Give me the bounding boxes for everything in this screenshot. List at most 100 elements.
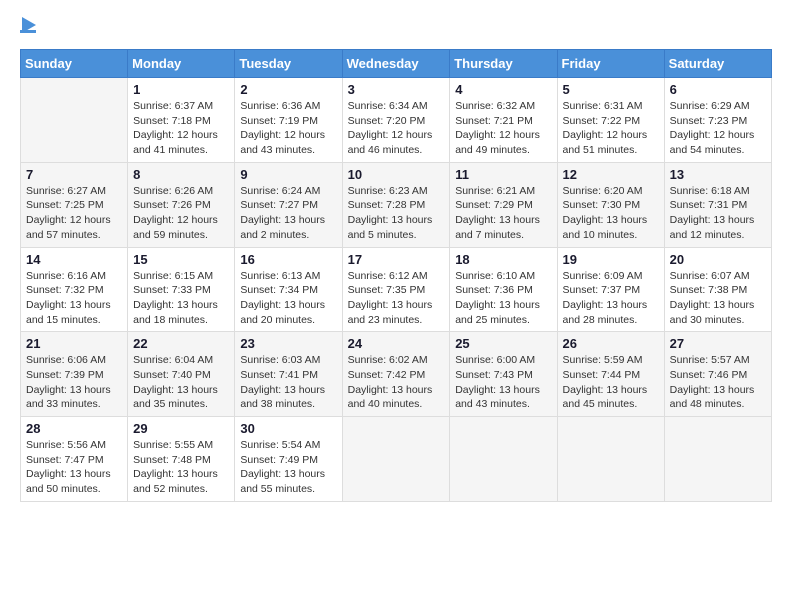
day-number: 20 [670, 252, 766, 267]
day-cell: 2 Sunrise: 6:36 AMSunset: 7:19 PMDaylight… [235, 78, 342, 163]
day-cell: 16 Sunrise: 6:13 AMSunset: 7:34 PMDayligh… [235, 247, 342, 332]
day-cell: 11 Sunrise: 6:21 AMSunset: 7:29 PMDayligh… [450, 162, 557, 247]
weekday-header-tuesday: Tuesday [235, 50, 342, 78]
day-cell: 12 Sunrise: 6:20 AMSunset: 7:30 PMDayligh… [557, 162, 664, 247]
day-number: 18 [455, 252, 551, 267]
day-info: Sunrise: 6:04 AMSunset: 7:40 PMDaylight:… [133, 353, 229, 412]
day-cell: 19Sunrise: 6:09 AMSunset: 7:37 PMDayligh… [557, 247, 664, 332]
day-number: 17 [348, 252, 445, 267]
day-cell: 30 Sunrise: 5:54 AMSunset: 7:49 PMDayligh… [235, 417, 342, 502]
day-cell: 8 Sunrise: 6:26 AMSunset: 7:26 PMDaylight… [128, 162, 235, 247]
day-cell: 26 Sunrise: 5:59 AMSunset: 7:44 PMDayligh… [557, 332, 664, 417]
day-number: 2 [240, 82, 336, 97]
weekday-header-thursday: Thursday [450, 50, 557, 78]
day-info: Sunrise: 6:20 AMSunset: 7:30 PMDaylight:… [563, 184, 659, 243]
day-cell: 4 Sunrise: 6:32 AMSunset: 7:21 PMDaylight… [450, 78, 557, 163]
week-row-5: 28 Sunrise: 5:56 AMSunset: 7:47 PMDayligh… [21, 417, 772, 502]
week-row-1: 1Sunrise: 6:37 AMSunset: 7:18 PMDaylight… [21, 78, 772, 163]
day-cell [664, 417, 771, 502]
day-cell: 14Sunrise: 6:16 AMSunset: 7:32 PMDayligh… [21, 247, 128, 332]
weekday-header-sunday: Sunday [21, 50, 128, 78]
day-number: 24 [348, 336, 445, 351]
day-info: Sunrise: 5:55 AMSunset: 7:48 PMDaylight:… [133, 438, 229, 497]
day-info: Sunrise: 6:32 AMSunset: 7:21 PMDaylight:… [455, 99, 551, 158]
day-info: Sunrise: 6:10 AMSunset: 7:36 PMDaylight:… [455, 269, 551, 328]
day-number: 5 [563, 82, 659, 97]
day-number: 27 [670, 336, 766, 351]
day-info: Sunrise: 6:06 AMSunset: 7:39 PMDaylight:… [26, 353, 122, 412]
day-cell: 20 Sunrise: 6:07 AMSunset: 7:38 PMDayligh… [664, 247, 771, 332]
day-number: 10 [348, 167, 445, 182]
day-number: 28 [26, 421, 122, 436]
weekday-header-friday: Friday [557, 50, 664, 78]
day-info: Sunrise: 6:09 AMSunset: 7:37 PMDaylight:… [563, 269, 659, 328]
day-info: Sunrise: 6:15 AMSunset: 7:33 PMDaylight:… [133, 269, 229, 328]
day-info: Sunrise: 6:03 AMSunset: 7:41 PMDaylight:… [240, 353, 336, 412]
day-info: Sunrise: 6:21 AMSunset: 7:29 PMDaylight:… [455, 184, 551, 243]
day-cell: 22 Sunrise: 6:04 AMSunset: 7:40 PMDayligh… [128, 332, 235, 417]
weekday-header-row: SundayMondayTuesdayWednesdayThursdayFrid… [21, 50, 772, 78]
day-info: Sunrise: 6:00 AMSunset: 7:43 PMDaylight:… [455, 353, 551, 412]
day-info: Sunrise: 6:13 AMSunset: 7:34 PMDaylight:… [240, 269, 336, 328]
day-cell: 28 Sunrise: 5:56 AMSunset: 7:47 PMDayligh… [21, 417, 128, 502]
day-number: 8 [133, 167, 229, 182]
day-info: Sunrise: 6:12 AMSunset: 7:35 PMDaylight:… [348, 269, 445, 328]
day-cell: 15 Sunrise: 6:15 AMSunset: 7:33 PMDayligh… [128, 247, 235, 332]
weekday-header-wednesday: Wednesday [342, 50, 450, 78]
day-number: 21 [26, 336, 122, 351]
day-cell: 29 Sunrise: 5:55 AMSunset: 7:48 PMDayligh… [128, 417, 235, 502]
page-header [20, 20, 772, 33]
day-cell: 3 Sunrise: 6:34 AMSunset: 7:20 PMDaylight… [342, 78, 450, 163]
day-info: Sunrise: 6:36 AMSunset: 7:19 PMDaylight:… [240, 99, 336, 158]
day-cell: 10 Sunrise: 6:23 AMSunset: 7:28 PMDayligh… [342, 162, 450, 247]
day-info: Sunrise: 5:59 AMSunset: 7:44 PMDaylight:… [563, 353, 659, 412]
day-number: 22 [133, 336, 229, 351]
day-cell: 13 Sunrise: 6:18 AMSunset: 7:31 PMDayligh… [664, 162, 771, 247]
day-info: Sunrise: 5:54 AMSunset: 7:49 PMDaylight:… [240, 438, 336, 497]
day-number: 16 [240, 252, 336, 267]
day-cell: 1Sunrise: 6:37 AMSunset: 7:18 PMDaylight… [128, 78, 235, 163]
weekday-header-saturday: Saturday [664, 50, 771, 78]
week-row-4: 21 Sunrise: 6:06 AMSunset: 7:39 PMDayligh… [21, 332, 772, 417]
day-number: 9 [240, 167, 336, 182]
day-number: 1 [133, 82, 229, 97]
day-cell: 25 Sunrise: 6:00 AMSunset: 7:43 PMDayligh… [450, 332, 557, 417]
day-number: 26 [563, 336, 659, 351]
week-row-3: 14Sunrise: 6:16 AMSunset: 7:32 PMDayligh… [21, 247, 772, 332]
day-info: Sunrise: 6:24 AMSunset: 7:27 PMDaylight:… [240, 184, 336, 243]
calendar-table: SundayMondayTuesdayWednesdayThursdayFrid… [20, 49, 772, 502]
day-cell [450, 417, 557, 502]
day-number: 30 [240, 421, 336, 436]
day-cell: 5 Sunrise: 6:31 AMSunset: 7:22 PMDaylight… [557, 78, 664, 163]
day-number: 12 [563, 167, 659, 182]
day-info: Sunrise: 5:57 AMSunset: 7:46 PMDaylight:… [670, 353, 766, 412]
day-info: Sunrise: 6:29 AMSunset: 7:23 PMDaylight:… [670, 99, 766, 158]
day-cell: 23 Sunrise: 6:03 AMSunset: 7:41 PMDayligh… [235, 332, 342, 417]
day-info: Sunrise: 6:18 AMSunset: 7:31 PMDaylight:… [670, 184, 766, 243]
day-number: 13 [670, 167, 766, 182]
day-cell: 9 Sunrise: 6:24 AMSunset: 7:27 PMDaylight… [235, 162, 342, 247]
logo-underline [20, 30, 36, 33]
day-number: 11 [455, 167, 551, 182]
day-number: 23 [240, 336, 336, 351]
logo [20, 20, 36, 33]
day-info: Sunrise: 5:56 AMSunset: 7:47 PMDaylight:… [26, 438, 122, 497]
day-number: 7 [26, 167, 122, 182]
day-number: 4 [455, 82, 551, 97]
day-info: Sunrise: 6:26 AMSunset: 7:26 PMDaylight:… [133, 184, 229, 243]
day-info: Sunrise: 6:34 AMSunset: 7:20 PMDaylight:… [348, 99, 445, 158]
day-number: 25 [455, 336, 551, 351]
day-cell [21, 78, 128, 163]
day-number: 15 [133, 252, 229, 267]
week-row-2: 7Sunrise: 6:27 AMSunset: 7:25 PMDaylight… [21, 162, 772, 247]
day-cell: 6Sunrise: 6:29 AMSunset: 7:23 PMDaylight… [664, 78, 771, 163]
day-info: Sunrise: 6:31 AMSunset: 7:22 PMDaylight:… [563, 99, 659, 158]
weekday-header-monday: Monday [128, 50, 235, 78]
day-cell: 7Sunrise: 6:27 AMSunset: 7:25 PMDaylight… [21, 162, 128, 247]
day-info: Sunrise: 6:07 AMSunset: 7:38 PMDaylight:… [670, 269, 766, 328]
day-cell [557, 417, 664, 502]
day-info: Sunrise: 6:23 AMSunset: 7:28 PMDaylight:… [348, 184, 445, 243]
day-cell: 21 Sunrise: 6:06 AMSunset: 7:39 PMDayligh… [21, 332, 128, 417]
day-number: 3 [348, 82, 445, 97]
day-number: 29 [133, 421, 229, 436]
